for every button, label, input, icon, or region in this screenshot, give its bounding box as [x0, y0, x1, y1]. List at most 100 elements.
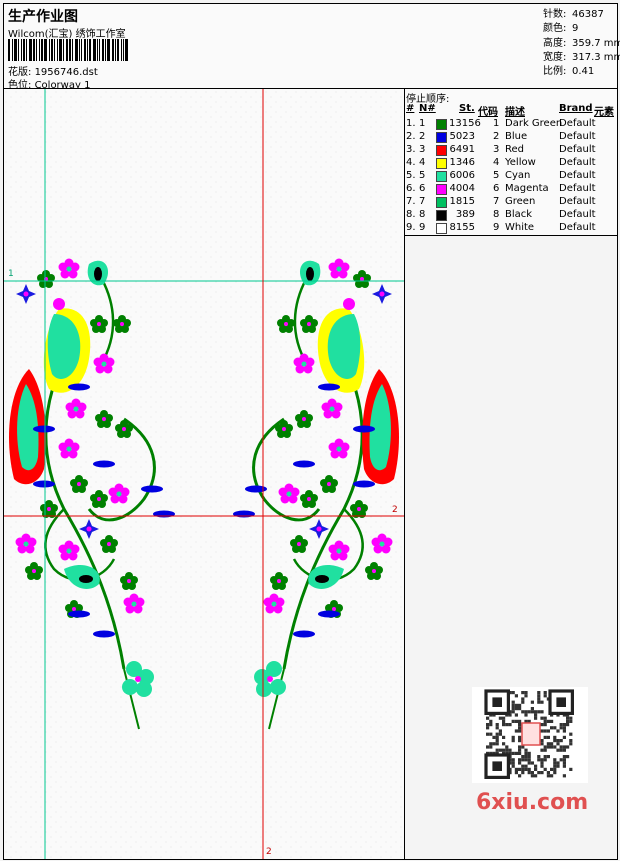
color-swatch — [436, 223, 447, 234]
row-desc: White — [505, 222, 535, 233]
row-stitches: 389 — [455, 209, 475, 220]
embroidery-canvas[interactable]: 1 2 2 — [4, 89, 405, 859]
row-n: 9 — [419, 222, 426, 233]
row-brand: Default — [559, 131, 596, 142]
production-sheet: 生产作业图 Wilcom(汇宝) 绣饰工作室 花版: 1956746.dst 色… — [3, 3, 620, 860]
row-desc: Magenta — [505, 183, 549, 194]
barcode-bar — [107, 39, 110, 61]
barcode-bar — [99, 39, 100, 61]
barcode-bar — [79, 39, 80, 61]
row-brand: Default — [559, 157, 596, 168]
barcode-bar — [93, 39, 96, 61]
color-swatch — [436, 197, 447, 208]
row-desc: Blue — [505, 131, 528, 142]
barcode-bar — [33, 39, 35, 61]
row-n: 8 — [419, 209, 426, 220]
barcode-bar — [39, 39, 40, 61]
barcode-bar — [97, 39, 98, 61]
row-num: 1. — [406, 118, 416, 129]
stop-sequence-row: 7. 7 1815 7 Green Default — [405, 196, 617, 209]
barcode-bar — [23, 39, 25, 61]
barcode-bar — [66, 39, 68, 61]
row-code: 1 — [493, 118, 500, 129]
barcode-bar — [63, 39, 64, 61]
row-code: 6 — [493, 183, 500, 194]
row-brand: Default — [559, 144, 596, 155]
barcode-bar — [102, 39, 104, 61]
stop-sequence-row: 9. 9 8155 9 White Default — [405, 222, 617, 235]
color-swatch — [436, 171, 447, 182]
row-num: 2. — [406, 131, 416, 142]
guide-label-2-bottom: 2 — [266, 847, 272, 857]
design-stats: 针数: 46387 颜色: 9 高度: 359.7 mm 宽度: 317.3 mm 比例… — [541, 4, 620, 89]
row-code: 5 — [493, 170, 500, 181]
color-swatch — [436, 184, 447, 195]
width-stat: 宽度: 317.3 mm — [543, 52, 620, 63]
barcode-bar — [44, 39, 47, 61]
row-num: 8. — [406, 209, 416, 220]
barcode-bar — [21, 39, 22, 61]
barcode-bar — [57, 39, 58, 61]
color-swatch — [436, 210, 447, 221]
row-code: 7 — [493, 196, 500, 207]
row-num: 9. — [406, 222, 416, 233]
barcode-bar — [18, 39, 19, 61]
color-swatch — [436, 132, 447, 143]
row-n: 7 — [419, 196, 426, 207]
barcode-bar — [125, 39, 128, 61]
barcode-bar — [41, 39, 43, 61]
barcode-bar — [89, 39, 91, 61]
row-num: 5. — [406, 170, 416, 181]
row-num: 7. — [406, 196, 416, 207]
barcode-bar — [121, 39, 122, 61]
guide-label-1: 1 — [8, 269, 14, 279]
stop-sequence-row: 8. 8 389 8 Black Default — [405, 209, 617, 222]
company-name: Wilcom(汇宝) 绣饰工作室 — [8, 29, 126, 40]
barcode-bar — [72, 39, 73, 61]
barcode-bar — [123, 39, 124, 61]
row-n: 1 — [419, 118, 426, 129]
color-swatch — [436, 119, 447, 130]
barcode-bar — [115, 39, 116, 61]
row-desc: Green — [505, 196, 536, 207]
stitches-stat: 针数: 46387 — [543, 9, 604, 20]
row-desc: Cyan — [505, 170, 531, 181]
row-stitches: 4004 — [449, 183, 475, 194]
row-num: 3. — [406, 144, 416, 155]
colors-stat: 颜色: 9 — [543, 23, 579, 34]
stop-sequence-panel: 停止顺序: # N# St. 代码 描述 Brand 元素 1. 1 13156 1 D… — [405, 89, 617, 236]
row-desc: Red — [505, 144, 524, 155]
row-brand: Default — [559, 209, 596, 220]
row-code: 2 — [493, 131, 500, 142]
barcode-bar — [69, 39, 71, 61]
row-code: 8 — [493, 209, 500, 220]
row-brand: Default — [559, 170, 596, 181]
row-desc: Yellow — [505, 157, 536, 168]
watermark: 6xiu.com — [476, 790, 589, 815]
row-code: 9 — [493, 222, 500, 233]
row-n: 4 — [419, 157, 426, 168]
row-desc: Dark Green — [505, 118, 563, 129]
barcode-bar — [112, 39, 114, 61]
barcode-bar — [12, 39, 13, 61]
page-title: 生产作业图 — [8, 9, 78, 25]
row-num: 6. — [406, 183, 416, 194]
stop-sequence-row: 3. 3 6491 3 Red Default — [405, 144, 617, 157]
barcode-bar — [49, 39, 50, 61]
barcode — [8, 39, 142, 61]
stop-sequence-row: 1. 1 13156 1 Dark Green Default — [405, 118, 617, 131]
row-n: 3 — [419, 144, 426, 155]
embroidery-design — [4, 89, 404, 859]
barcode-bar — [81, 39, 82, 61]
row-n: 2 — [419, 131, 426, 142]
height-stat: 高度: 359.7 mm — [543, 38, 620, 49]
barcode-bar — [75, 39, 78, 61]
barcode-bar — [36, 39, 37, 61]
scale-stat: 比例: 0.41 — [543, 66, 595, 77]
row-n: 6 — [419, 183, 426, 194]
barcode-bar — [87, 39, 88, 61]
sheet-header: 生产作业图 Wilcom(汇宝) 绣饰工作室 花版: 1956746.dst 色… — [4, 4, 542, 91]
barcode-bar — [8, 39, 10, 61]
stop-sequence-row: 5. 5 6006 5 Cyan Default — [405, 170, 617, 183]
row-n: 5 — [419, 170, 426, 181]
